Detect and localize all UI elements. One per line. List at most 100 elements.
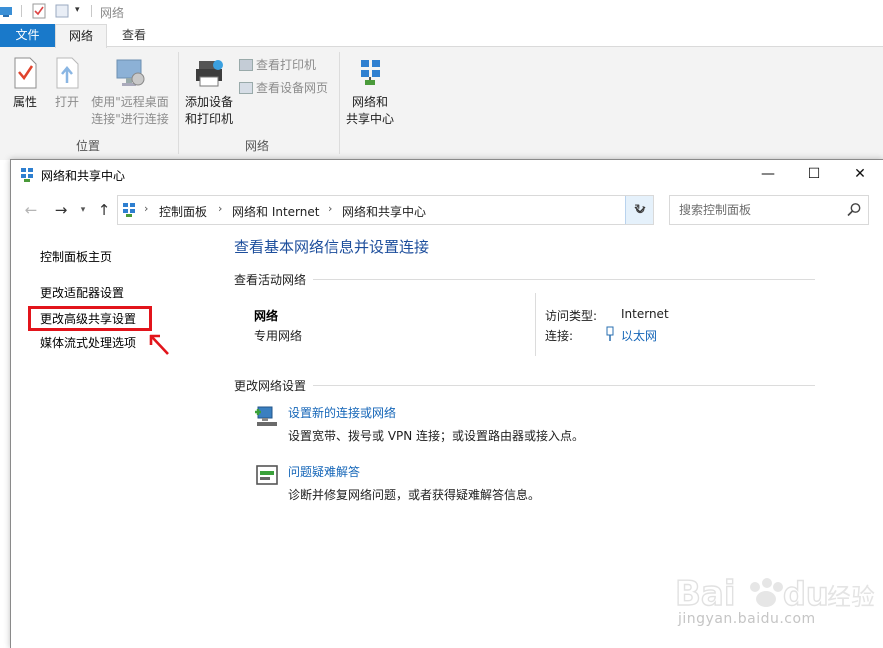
group-label-network: 网络 [245,139,270,153]
highlight-box [28,306,152,331]
open-label: 打开 [54,95,79,109]
tab-network[interactable]: 网络 [55,24,107,48]
sidebar-item-change-adapter-settings[interactable]: 更改适配器设置 [40,284,124,301]
group-label-location: 位置 [76,139,101,153]
network-sharing-icon [361,60,380,85]
network-name: 网络 [254,309,279,323]
printer-icon [196,60,223,87]
network-icon [0,7,12,17]
search-box[interactable] [669,195,869,225]
svg-text:经验: 经验 [827,583,875,611]
up-arrow-icon: ↑ [97,201,111,219]
access-type-label: 访问类型: [545,309,598,323]
view-device-webpage-button[interactable]: 查看设备网页 [239,79,328,96]
add-devices-label-2: 和打印机 [184,112,233,126]
toolbar-divider [21,5,22,17]
group-divider [339,52,340,154]
remote-desktop-button[interactable]: 使用"远程桌面 连接"进行连接 [88,57,172,128]
printer-icon [239,59,253,71]
remote-desktop-label-1: 使用"远程桌面 [91,95,169,109]
properties-icon [14,57,37,89]
open-button[interactable]: 打开 [50,57,84,111]
window-title: 网络和共享中心 [41,169,126,183]
explorer-window: ▾ 网络 文件 网络 查看 属性 打开 使用"远程桌面 连接"进行连接 位置 添… [0,0,883,160]
forward-button[interactable]: → [50,199,72,221]
address-bar[interactable]: › 控制面板 › 网络和 Internet › 网络和共享中心 [117,195,654,225]
minimize-icon: — [761,166,775,182]
setup-connection-link[interactable]: 设置新的连接或网络 [288,404,396,421]
access-type-value: Internet [621,307,669,321]
tab-file[interactable]: 文件 [0,24,55,47]
search-input[interactable] [670,196,840,224]
ethernet-connection-link[interactable]: 以太网 [621,327,657,344]
group-divider [178,52,179,154]
chevron-down-icon: ▾ [80,205,86,215]
sidebar-item-control-panel-home[interactable]: 控制面板主页 [40,248,112,265]
sidebar-item-media-streaming-options[interactable]: 媒体流式处理选项 [40,334,136,351]
refresh-icon: ↻ [634,202,646,218]
breadcrumb-separator-icon[interactable]: › [328,202,332,215]
breadcrumb-network-sharing-center[interactable]: 网络和共享中心 [342,203,426,220]
watermark-url: jingyan.baidu.com [678,611,816,627]
breadcrumb-control-panel[interactable]: 控制面板 [159,203,207,220]
network-sharing-center-button[interactable]: 网络和 共享中心 [343,57,397,128]
section-divider [313,385,815,386]
troubleshoot-link[interactable]: 问题疑难解答 [288,463,360,480]
connections-label: 连接: [545,329,574,343]
maximize-icon: ☐ [807,166,821,182]
troubleshoot-description: 诊断并修复网络问题，或者获得疑难解答信息。 [288,488,541,502]
maximize-button[interactable]: ☐ [791,160,837,190]
minimize-button[interactable]: — [745,160,791,190]
view-device-webpage-label: 查看设备网页 [256,81,329,95]
control-panel-icon [123,203,135,217]
refresh-button[interactable]: ↻ [627,196,653,224]
breadcrumb-network-internet[interactable]: 网络和 Internet [232,203,319,220]
toolbar-divider [91,5,92,17]
view-printers-label: 查看打印机 [256,58,317,72]
section-divider [313,279,815,280]
page-title: 查看基本网络信息并设置连接 [234,238,430,256]
red-arrow-icon [149,334,169,355]
view-printers-button[interactable]: 查看打印机 [239,56,316,73]
customize-toolbar-icon[interactable]: ▾ [75,5,80,15]
search-icon[interactable] [846,202,862,218]
webpage-icon [239,82,253,94]
network-sharing-label-2: 共享中心 [345,112,394,126]
up-button[interactable]: ↑ [93,199,115,221]
network-sharing-label-1: 网络和 [351,95,388,109]
new-folder-icon[interactable] [55,3,69,19]
remote-desktop-icon [116,59,145,86]
network-sharing-icon [21,168,33,182]
back-button[interactable]: ← [20,199,42,221]
new-connection-icon [255,406,277,426]
recent-locations-button[interactable]: ▾ [72,199,94,221]
breadcrumb-separator-icon[interactable]: › [144,202,148,215]
open-icon [56,57,79,89]
network-type: 专用网络 [254,329,303,343]
ribbon-tabs: 文件 网络 查看 [0,24,883,48]
add-devices-label-1: 添加设备 [184,95,233,109]
properties-icon[interactable] [32,3,46,19]
ethernet-icon [606,326,614,341]
properties-label: 属性 [12,95,37,109]
svg-text:du: du [783,575,829,613]
back-arrow-icon: ← [24,201,38,219]
remote-desktop-label-2: 连接"进行连接 [91,112,169,126]
active-networks-heading: 查看活动网络 [234,273,307,287]
close-icon: ✕ [854,166,866,182]
add-devices-button[interactable]: 添加设备 和打印机 [182,57,236,128]
close-button[interactable]: ✕ [837,160,883,190]
address-row: ← → ▾ ↑ › 控制面板 › 网络和 Internet › 网络和共享中心 … [11,193,883,229]
properties-button[interactable]: 属性 [8,57,42,111]
change-settings-heading: 更改网络设置 [234,379,307,393]
forward-arrow-icon: → [54,201,68,219]
setup-connection-description: 设置宽带、拨号或 VPN 连接；或设置路由器或接入点。 [288,429,585,443]
svg-text:Bai: Bai [675,574,736,614]
breadcrumb-separator-icon[interactable]: › [218,202,222,215]
quick-access-toolbar: ▾ 网络 [0,0,883,24]
vertical-divider [535,293,536,356]
troubleshoot-icon [256,465,278,485]
explorer-title: 网络 [100,6,125,20]
tab-view[interactable]: 查看 [110,24,158,47]
window-titlebar[interactable]: 网络和共享中心 — ☐ ✕ [11,160,883,190]
